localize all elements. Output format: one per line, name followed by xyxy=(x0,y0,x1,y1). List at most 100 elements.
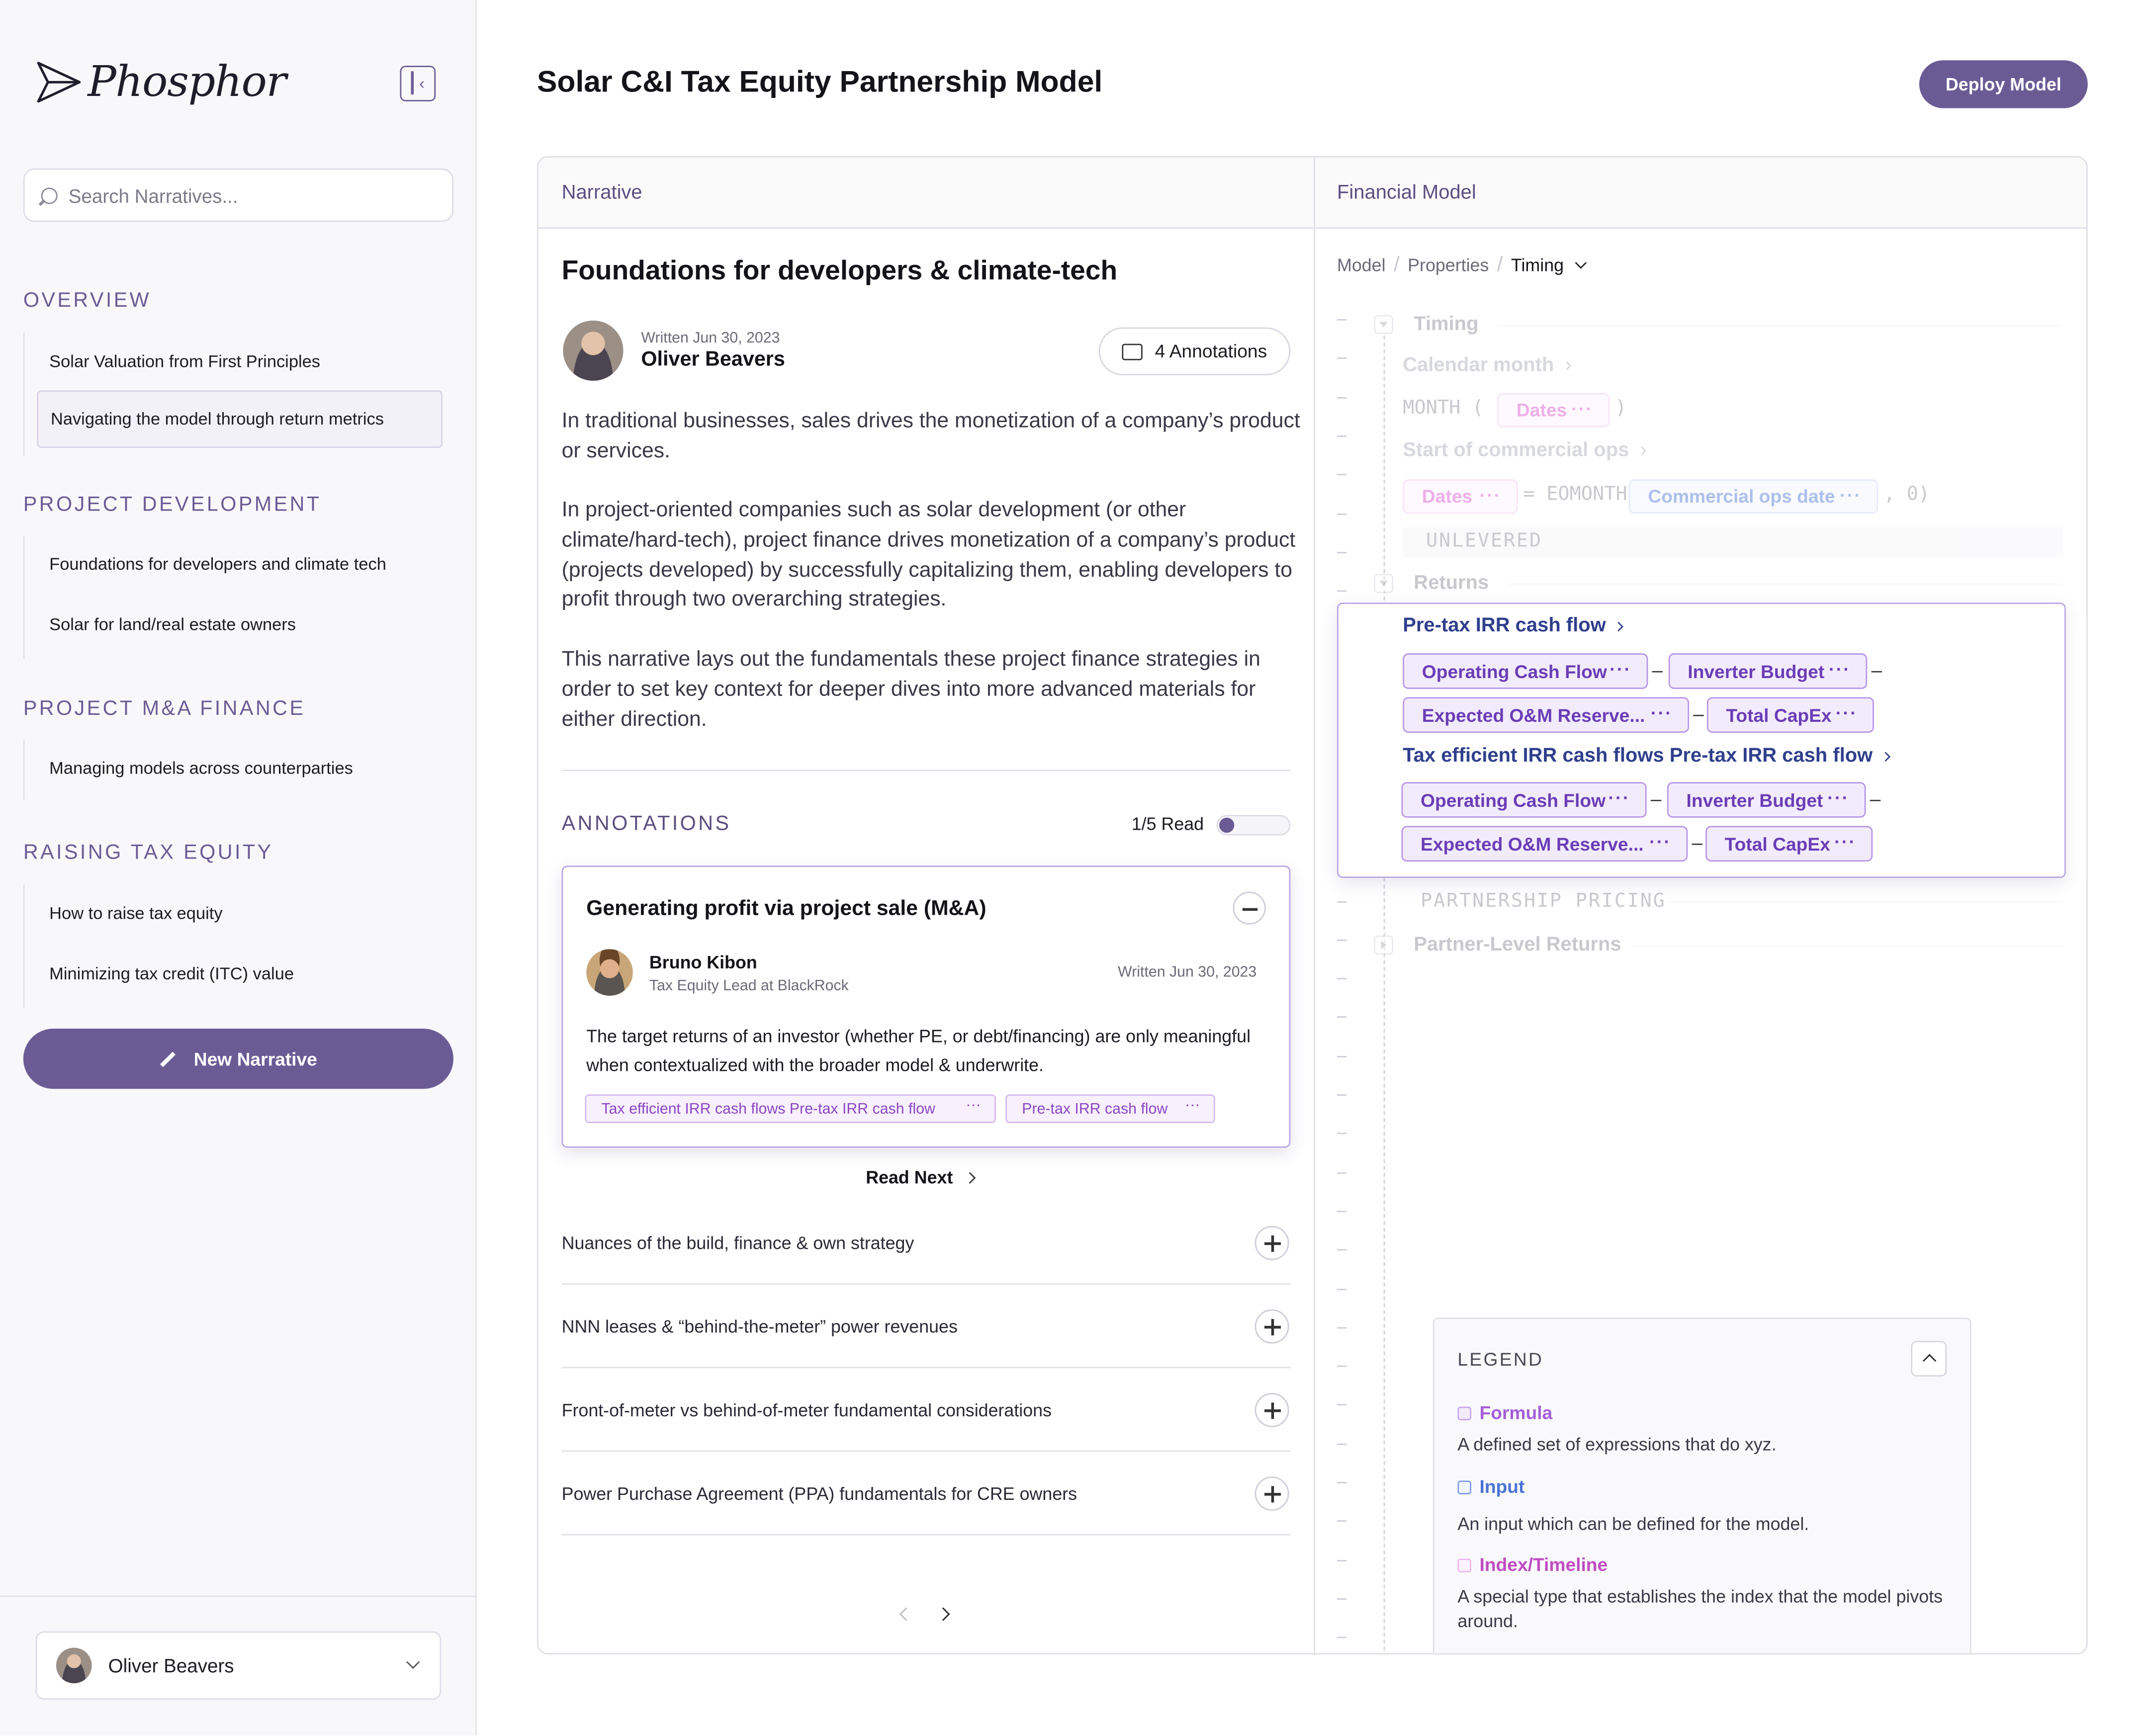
inverter-budget-chip[interactable]: Inverter Budget ··· xyxy=(1668,653,1868,689)
timing-heading: Timing xyxy=(1414,313,1479,336)
calendar-month-label: Calendar month xyxy=(1403,354,1554,377)
inverter-budget-chip[interactable]: Inverter Budget ··· xyxy=(1667,782,1866,818)
narrative-paragraph: In project-oriented companies such as so… xyxy=(561,498,1296,611)
annotation-text: The target returns of an investor (wheth… xyxy=(586,1026,1251,1075)
legend-key-label: Formula xyxy=(1479,1402,1553,1423)
total-capex-chip[interactable]: Total CapEx ··· xyxy=(1706,697,1874,733)
annotation-list-item[interactable]: Front-of-meter vs behind-of-meter fundam… xyxy=(561,1368,1291,1452)
om-reserve-chip[interactable]: Expected O&M Reserve... ··· xyxy=(1401,826,1688,862)
chevron-down-icon[interactable] xyxy=(1574,256,1586,268)
dates-chip[interactable]: Dates ··· xyxy=(1403,479,1518,514)
more-icon: ··· xyxy=(1840,485,1862,506)
chevron-up-icon[interactable] xyxy=(1911,1341,1947,1377)
row-tick xyxy=(1337,357,1347,359)
formula-swatch-icon xyxy=(1457,1406,1471,1420)
operating-cash-flow-chip[interactable]: Operating Cash Flow ··· xyxy=(1401,782,1647,818)
brand-logo[interactable]: Phosphor xyxy=(36,58,286,107)
row-tick xyxy=(1337,1598,1347,1600)
more-icon: ··· xyxy=(1650,702,1673,723)
deploy-model-button[interactable]: Deploy Model xyxy=(1919,60,2088,108)
page-title: Solar C&I Tax Equity Partnership Model xyxy=(537,64,1103,99)
row-tick xyxy=(1337,1172,1347,1174)
panel-divider xyxy=(1314,157,1315,1653)
chevron-right-icon[interactable] xyxy=(936,1607,950,1621)
search-icon xyxy=(41,187,58,204)
read-next-link[interactable]: Read Next xyxy=(866,1167,973,1187)
row-tick xyxy=(1337,1133,1347,1135)
chevron-left-icon[interactable] xyxy=(899,1607,913,1621)
search-input[interactable] xyxy=(68,184,425,206)
legend-key-formula: Formula xyxy=(1457,1402,1552,1423)
row-tick xyxy=(1337,435,1347,437)
user-menu[interactable]: Oliver Beavers xyxy=(35,1631,442,1700)
sidebar-item-managing-models[interactable]: Managing models across counterparties xyxy=(37,740,443,797)
dates-chip-label: Dates xyxy=(1422,486,1473,507)
more-icon: ··· xyxy=(1829,659,1851,680)
minus-operator: – xyxy=(1870,787,1881,810)
read-count: 1/5 Read xyxy=(1131,813,1204,834)
expand-icon[interactable] xyxy=(1254,1225,1289,1260)
dates-chip[interactable]: Dates ··· xyxy=(1497,393,1610,428)
sidebar-item-solar-valuation[interactable]: Solar Valuation from First Principles xyxy=(37,333,443,390)
legend-description: A defined set of expressions that do xyz… xyxy=(1457,1434,1777,1455)
breadcrumb-model[interactable]: Model xyxy=(1337,255,1386,275)
chip-label: Total CapEx xyxy=(1724,833,1830,854)
annotation-card[interactable]: Generating profit via project sale (M&A)… xyxy=(561,866,1291,1148)
tax-efficient-irr-link[interactable]: Tax efficient IRR cash flows Pre-tax IRR… xyxy=(1403,745,1891,767)
annotation-author: Bruno Kibon xyxy=(649,952,757,973)
sidebar-item-foundations[interactable]: Foundations for developers and climate t… xyxy=(37,535,443,593)
commercial-ops-date-chip[interactable]: Commercial ops date ··· xyxy=(1628,479,1879,514)
row-tick xyxy=(1337,1482,1347,1483)
annotation-list-item[interactable]: Nuances of the build, finance & own stra… xyxy=(561,1201,1291,1285)
expand-icon[interactable] xyxy=(1254,1392,1289,1427)
sidebar-item-navigating-model[interactable]: Navigating the model through return metr… xyxy=(37,390,443,448)
financial-model-panel-header: Financial Model xyxy=(1314,157,2087,229)
partner-level-returns[interactable]: Partner-Level Returns xyxy=(1414,934,1621,956)
more-icon: ··· xyxy=(1649,831,1672,852)
annotation-item-label: Power Purchase Agreement (PPA) fundament… xyxy=(561,1483,1077,1504)
breadcrumb: Model / Properties / Timing xyxy=(1337,254,1586,277)
row-tick xyxy=(1337,551,1347,553)
main-panel: Narrative Financial Model Foundations fo… xyxy=(537,156,2088,1655)
breadcrumb-timing[interactable]: Timing xyxy=(1511,255,1564,275)
total-capex-chip[interactable]: Total CapEx ··· xyxy=(1705,826,1873,862)
annotation-tag[interactable]: Pre-tax IRR cash flow ··· xyxy=(1005,1094,1215,1124)
search-box[interactable] xyxy=(23,168,453,222)
legend-description: An input which can be defined for the mo… xyxy=(1457,1513,1809,1534)
expand-icon[interactable] xyxy=(1254,1476,1289,1511)
annotation-list-item[interactable]: NNN leases & “behind-the-meter” power re… xyxy=(561,1285,1291,1369)
row-tick xyxy=(1337,1094,1347,1096)
collapse-toggle-icon[interactable] xyxy=(1374,315,1393,335)
divider xyxy=(1670,901,2062,903)
annotation-tag[interactable]: Tax efficient IRR cash flows Pre-tax IRR… xyxy=(585,1094,996,1124)
sidebar-item-raise-tax-equity[interactable]: How to raise tax equity xyxy=(37,885,443,943)
breadcrumb-properties[interactable]: Properties xyxy=(1408,255,1489,275)
legend-title: LEGEND xyxy=(1457,1349,1544,1370)
collapse-icon[interactable] xyxy=(1233,891,1266,925)
start-commercial-ops-link[interactable]: Start of commercial ops › xyxy=(1403,439,1647,461)
row-tick xyxy=(1337,396,1347,398)
returns-formula-panel: Pre-tax IRR cash flow Operating Cash Flo… xyxy=(1337,603,2066,878)
operating-cash-flow-chip[interactable]: Operating Cash Flow ··· xyxy=(1403,653,1648,689)
row-tick xyxy=(1337,1443,1347,1445)
nav-group-raising-tax-equity: How to raise tax equity Minimizing tax c… xyxy=(23,884,453,1008)
chevron-right-icon xyxy=(1614,621,1624,632)
chevron-right-icon xyxy=(1880,752,1891,762)
om-reserve-chip[interactable]: Expected O&M Reserve... ··· xyxy=(1403,697,1690,733)
annotations-button[interactable]: 4 Annotations xyxy=(1098,327,1291,375)
nav-group-project-ma-finance: Managing models across counterparties xyxy=(23,739,453,800)
pretax-irr-link[interactable]: Pre-tax IRR cash flow xyxy=(1403,615,1624,637)
expand-icon[interactable] xyxy=(1254,1309,1289,1344)
row-tick xyxy=(1337,1559,1347,1561)
new-narrative-button[interactable]: New Narrative xyxy=(23,1029,453,1089)
collapse-sidebar-icon[interactable]: ‹ xyxy=(400,66,436,101)
sidebar-item-minimizing-itc[interactable]: Minimizing tax credit (ITC) value xyxy=(37,945,443,1003)
sidebar-item-solar-land[interactable]: Solar for land/real estate owners xyxy=(37,596,443,653)
calendar-month-link[interactable]: Calendar month › xyxy=(1403,355,1572,377)
read-progress-toggle[interactable] xyxy=(1216,815,1291,836)
collapse-toggle-icon[interactable] xyxy=(1374,574,1393,593)
expand-toggle-icon[interactable] xyxy=(1374,935,1393,955)
annotation-list-item[interactable]: Power Purchase Agreement (PPA) fundament… xyxy=(561,1452,1291,1536)
row-tick xyxy=(1337,319,1347,321)
divider xyxy=(1508,583,2062,585)
